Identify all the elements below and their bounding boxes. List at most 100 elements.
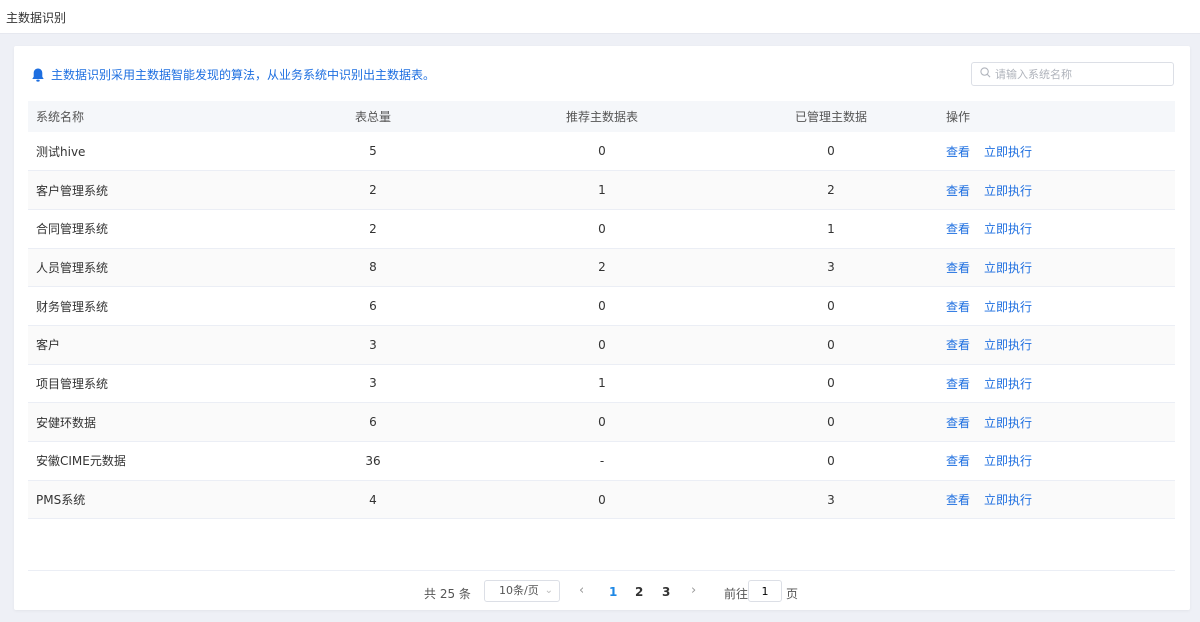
- cell-managed: 0: [827, 415, 835, 430]
- execute-now-link[interactable]: 立即执行: [984, 377, 1032, 391]
- cell-actions: 查看 立即执行: [946, 209, 1175, 248]
- goto-page-input[interactable]: [749, 581, 781, 601]
- cell-actions: 查看 立即执行: [946, 480, 1175, 519]
- cell-total: 2: [369, 221, 377, 236]
- cell-actions: 查看 立即执行: [946, 287, 1175, 326]
- goto-page-box[interactable]: [748, 580, 782, 602]
- cell-system-name: 客户管理系统: [36, 183, 109, 198]
- cell-total: 6: [369, 299, 377, 314]
- execute-now-link[interactable]: 立即执行: [984, 184, 1032, 198]
- cell-recommended: 0: [598, 415, 606, 430]
- execute-now-link[interactable]: 立即执行: [984, 300, 1032, 314]
- execute-now-link[interactable]: 立即执行: [984, 261, 1032, 275]
- goto-label: 前往: [724, 587, 749, 601]
- notice-banner: 主数据识别采用主数据智能发现的算法，从业务系统中识别出主数据表。: [30, 66, 435, 83]
- cell-system-name: 安健环数据: [36, 415, 97, 430]
- view-link[interactable]: 查看: [946, 416, 970, 430]
- table-row: 测试hive 5 0 0 查看 立即执行: [28, 132, 1175, 171]
- cell-managed: 0: [827, 453, 835, 468]
- execute-now-link[interactable]: 立即执行: [984, 416, 1032, 430]
- prev-page-icon[interactable]: ‹: [579, 583, 584, 598]
- table-row: 客户 3 0 0 查看 立即执行: [28, 325, 1175, 365]
- execute-now-link[interactable]: 立即执行: [984, 145, 1032, 159]
- view-link[interactable]: 查看: [946, 300, 970, 314]
- chevron-down-icon: ⌄: [544, 585, 553, 596]
- search-icon: [980, 67, 991, 81]
- search-input[interactable]: [995, 67, 1165, 81]
- table-row: 安徽CIME元数据 36 - 0 查看 立即执行: [28, 442, 1175, 481]
- cell-recommended: 2: [598, 260, 606, 275]
- execute-now-link[interactable]: 立即执行: [984, 338, 1032, 352]
- cell-recommended: -: [599, 453, 605, 468]
- view-link[interactable]: 查看: [946, 377, 970, 391]
- cell-recommended: 0: [598, 492, 606, 507]
- cell-actions: 查看 立即执行: [946, 325, 1175, 364]
- cell-system-name: 测试hive: [36, 144, 86, 159]
- page-size-select[interactable]: 10条/页 ⌄: [484, 580, 560, 602]
- cell-actions: 查看 立即执行: [946, 442, 1175, 481]
- cell-total: 2: [369, 183, 377, 198]
- table-row: 安健环数据 6 0 0 查看 立即执行: [28, 402, 1175, 442]
- view-link[interactable]: 查看: [946, 184, 970, 198]
- table-row: 人员管理系统 8 2 3 查看 立即执行: [28, 248, 1175, 287]
- next-page-icon[interactable]: ›: [691, 583, 696, 598]
- cell-recommended: 0: [598, 144, 606, 159]
- cell-system-name: 安徽CIME元数据: [36, 454, 126, 469]
- column-header-recommended: 推荐主数据表: [565, 110, 638, 124]
- cell-recommended: 0: [598, 221, 606, 236]
- notice-text: 主数据识别采用主数据智能发现的算法，从业务系统中识别出主数据表。: [51, 68, 436, 82]
- table-row: 项目管理系统 3 1 0 查看 立即执行: [28, 364, 1175, 403]
- cell-actions: 查看 立即执行: [946, 132, 1175, 171]
- cell-actions: 查看 立即执行: [946, 364, 1175, 403]
- cell-recommended: 1: [598, 183, 606, 198]
- column-header-managed: 已管理主数据: [794, 110, 867, 124]
- pagination-total: 共 25 条: [424, 587, 471, 601]
- systems-table: 系统名称 表总量 推荐主数据表 已管理主数据 操作 测试hive 5 0 0 查看 立即执…: [28, 101, 1175, 519]
- page-1-button[interactable]: 1: [609, 585, 617, 599]
- cell-total: 6: [369, 415, 377, 430]
- table-header-row: 系统名称 表总量 推荐主数据表 已管理主数据 操作: [28, 101, 1175, 132]
- cell-managed: 0: [827, 376, 835, 391]
- page-title: 主数据识别: [6, 11, 67, 25]
- execute-now-link[interactable]: 立即执行: [984, 222, 1032, 236]
- cell-total: 4: [369, 492, 377, 507]
- cell-actions: 查看 立即执行: [946, 403, 1175, 442]
- column-header-name: 系统名称: [36, 110, 85, 124]
- bell-icon: [30, 67, 46, 83]
- pagination: 共 25 条 10条/页 ⌄ ‹ 1 2 3 › 前往 页: [28, 570, 1175, 610]
- view-link[interactable]: 查看: [946, 493, 970, 507]
- main-card: 主数据识别采用主数据智能发现的算法，从业务系统中识别出主数据表。 系统名称 表总…: [14, 46, 1190, 610]
- cell-system-name: PMS系统: [36, 493, 86, 508]
- cell-managed: 0: [827, 299, 835, 314]
- view-link[interactable]: 查看: [946, 145, 970, 159]
- table-body: 测试hive 5 0 0 查看 立即执行 客户管理系统 2 1 2 查看 立即执行 合同管理系统 2 0 1 查…: [28, 132, 1175, 519]
- execute-now-link[interactable]: 立即执行: [984, 493, 1032, 507]
- cell-managed: 3: [827, 260, 835, 275]
- execute-now-link[interactable]: 立即执行: [984, 454, 1032, 468]
- view-link[interactable]: 查看: [946, 454, 970, 468]
- cell-total: 5: [369, 144, 377, 159]
- cell-managed: 0: [827, 144, 835, 159]
- cell-total: 3: [369, 337, 377, 352]
- table-row: PMS系统 4 0 3 查看 立即执行: [28, 480, 1175, 519]
- view-link[interactable]: 查看: [946, 338, 970, 352]
- search-box[interactable]: [971, 62, 1174, 86]
- cell-recommended: 1: [598, 376, 606, 391]
- cell-actions: 查看 立即执行: [946, 171, 1175, 210]
- page-2-button[interactable]: 2: [635, 585, 643, 599]
- view-link[interactable]: 查看: [946, 261, 970, 275]
- cell-managed: 2: [827, 183, 835, 198]
- cell-total: 36: [365, 453, 381, 468]
- cell-system-name: 合同管理系统: [36, 222, 109, 237]
- cell-total: 3: [369, 376, 377, 391]
- top-bar: 主数据识别: [0, 0, 1200, 34]
- goto-suffix: 页: [786, 587, 799, 601]
- cell-system-name: 项目管理系统: [36, 376, 109, 391]
- cell-total: 8: [369, 260, 377, 275]
- cell-managed: 1: [827, 221, 835, 236]
- cell-system-name: 财务管理系统: [36, 299, 109, 314]
- view-link[interactable]: 查看: [946, 222, 970, 236]
- cell-system-name: 人员管理系统: [36, 260, 109, 275]
- page-3-button[interactable]: 3: [662, 585, 670, 599]
- table-row: 财务管理系统 6 0 0 查看 立即执行: [28, 287, 1175, 326]
